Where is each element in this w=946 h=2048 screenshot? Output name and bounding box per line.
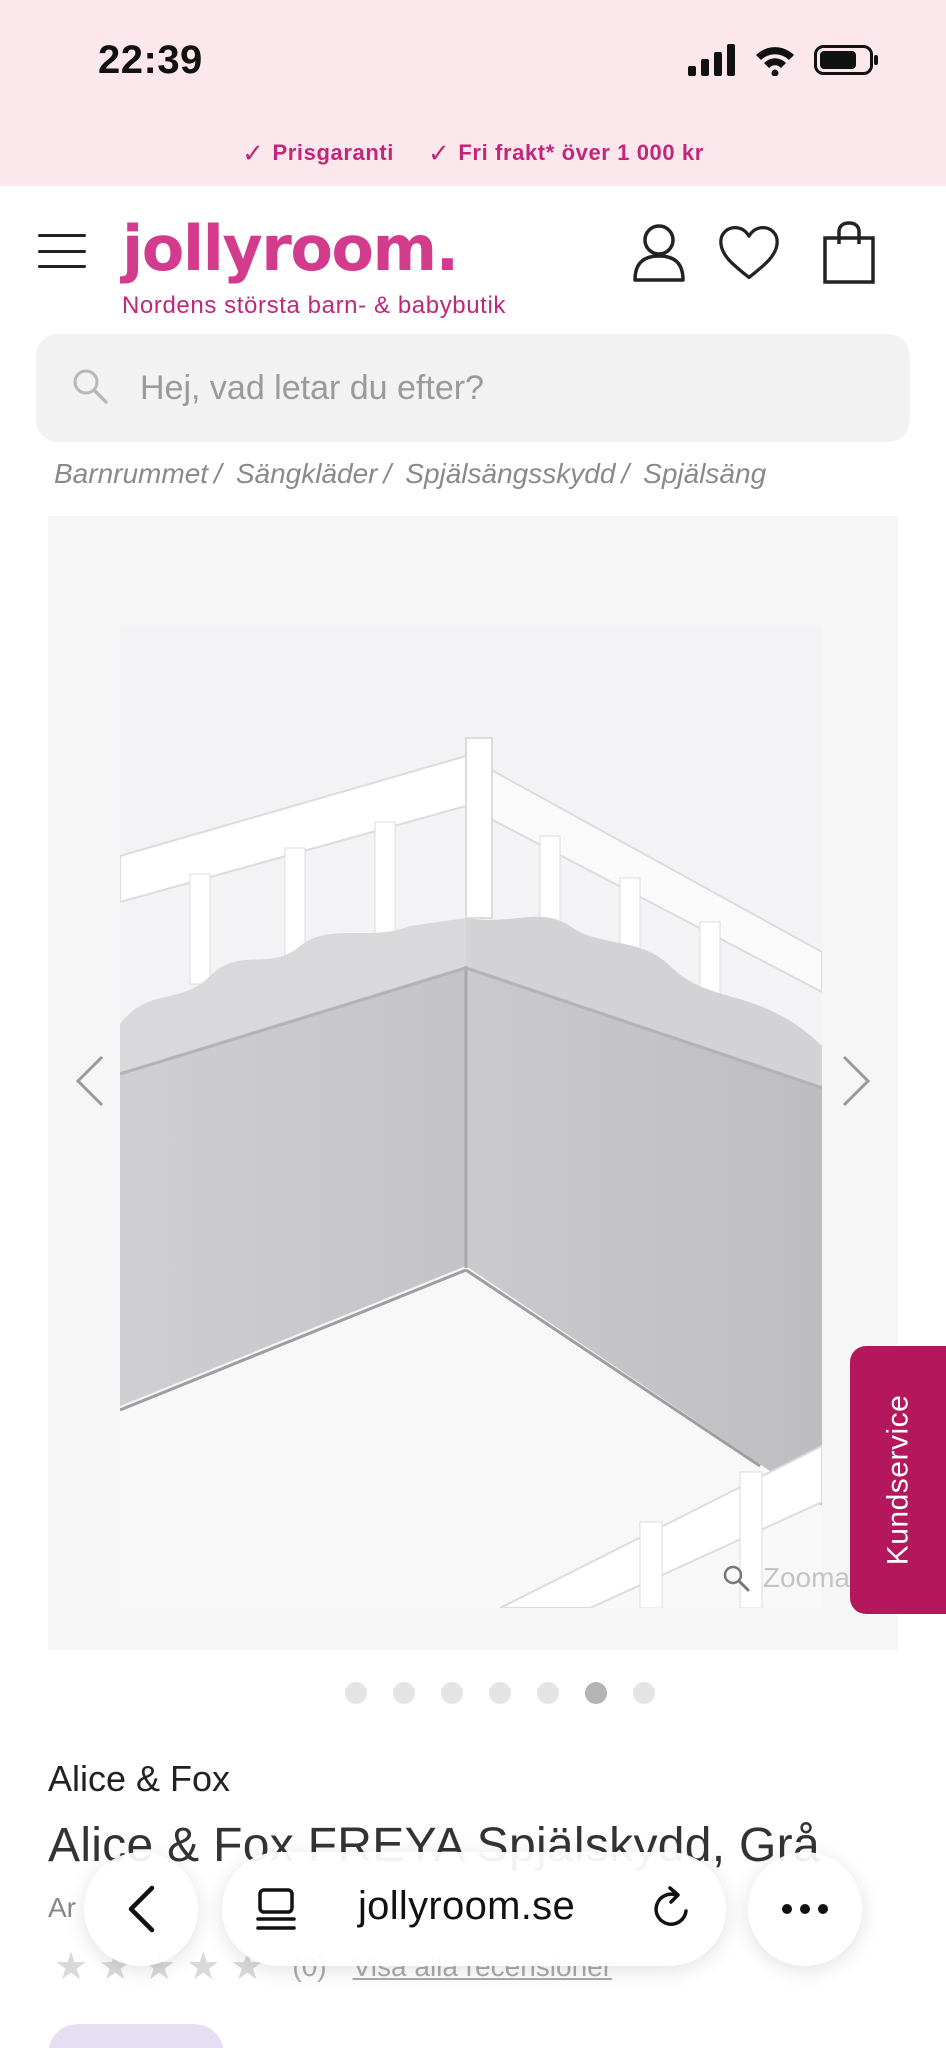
promo-bar: ✓ Prisgaranti ✓ Fri frakt* över 1 000 kr — [0, 120, 946, 186]
status-time: 22:39 — [98, 38, 203, 82]
breadcrumb-separator: / — [214, 458, 222, 489]
breadcrumb-separator: / — [383, 458, 392, 489]
browser-url[interactable]: jollyroom.se — [358, 1884, 575, 1929]
zoom-label: Zooma — [762, 1562, 850, 1593]
browser-back-button[interactable] — [84, 1852, 198, 1966]
search-bar — [36, 334, 910, 442]
breadcrumb-link[interactable]: Sängkläder — [236, 458, 378, 490]
star-icon: ★ — [186, 1946, 221, 1988]
star-icon: ★ — [54, 1946, 89, 1988]
promo-item: ✓ Fri frakt* över 1 000 kr — [428, 138, 704, 169]
zoom-magnifier-icon — [723, 1565, 750, 1592]
search-input[interactable] — [140, 334, 880, 442]
site-tagline: Nordens största barn- & babybutik — [122, 292, 506, 319]
promo-label: Fri frakt* över 1 000 kr — [458, 140, 704, 165]
gallery-dot[interactable] — [537, 1682, 559, 1704]
breadcrumb-separator: / — [621, 458, 630, 489]
gallery-dot[interactable] — [585, 1682, 607, 1704]
kundservice-tab[interactable]: Kundservice — [850, 1346, 946, 1614]
product-gallery: Zooma — [48, 516, 898, 1650]
next-image-chevron-right-icon[interactable] — [832, 1036, 882, 1126]
gallery-pagination — [0, 1682, 946, 1704]
search-icon — [73, 369, 108, 404]
breadcrumb-link[interactable]: Spjälsängsskydd — [405, 458, 615, 490]
site-logo[interactable]: jollyroom. — [122, 212, 459, 285]
promo-item: ✓ Prisgaranti — [242, 138, 394, 169]
menu-icon[interactable] — [38, 234, 86, 268]
page: 22:39 ✓ Prisgaranti ✓ Fri frakt* över 1 … — [0, 0, 946, 2048]
breadcrumb-link[interactable]: Spjälsäng — [643, 458, 766, 490]
reload-icon[interactable] — [650, 1886, 694, 1932]
battery-icon — [814, 45, 878, 75]
browser-address-bar[interactable]: jollyroom.se — [222, 1852, 726, 1966]
check-icon: ✓ — [428, 137, 451, 168]
status-bar: 22:39 — [0, 0, 946, 120]
product-brand[interactable]: Alice & Fox — [48, 1758, 230, 1800]
wifi-icon — [756, 47, 794, 76]
breadcrumb-link[interactable]: Barnrummet — [54, 458, 208, 490]
wishlist-heart-icon[interactable] — [718, 220, 780, 286]
check-icon: ✓ — [242, 137, 265, 168]
status-icons — [688, 44, 880, 76]
shopping-bag-icon[interactable] — [818, 220, 880, 286]
article-number: Ar — [48, 1892, 76, 1923]
kundservice-label: Kundservice — [881, 1394, 914, 1566]
breadcrumb: Barnrummet / Sängkläder / Spjälsängsskydd /… — [54, 458, 766, 490]
tab-overview-icon[interactable] — [254, 1886, 298, 1932]
chevron-left-icon — [128, 1885, 155, 1933]
previous-image-chevron-left-icon[interactable] — [64, 1036, 114, 1126]
cellular-signal-icon — [688, 44, 735, 76]
variant-chip[interactable] — [48, 2024, 224, 2048]
zoom-button[interactable]: Zooma — [721, 1562, 850, 1594]
site-header: jollyroom. Nordens största barn- & babyb… — [0, 186, 946, 334]
gallery-dot[interactable] — [633, 1682, 655, 1704]
more-options-icon[interactable] — [748, 1852, 862, 1966]
gallery-dot[interactable] — [345, 1682, 367, 1704]
gallery-dot[interactable] — [441, 1682, 463, 1704]
account-icon[interactable] — [628, 220, 690, 286]
product-image[interactable] — [120, 626, 822, 1608]
gallery-dot[interactable] — [393, 1682, 415, 1704]
promo-label: Prisgaranti — [272, 140, 394, 165]
gallery-dot[interactable] — [489, 1682, 511, 1704]
